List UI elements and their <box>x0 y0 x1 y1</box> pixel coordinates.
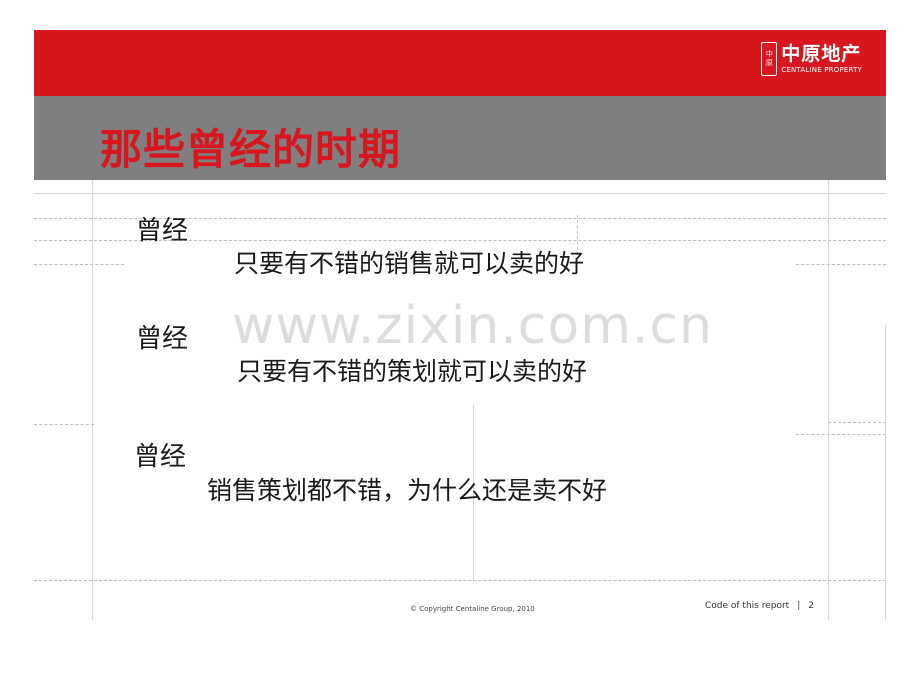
report-code: Code of this report <box>705 601 790 611</box>
guide-line <box>34 580 886 581</box>
logo-name-cn: 中原地产 <box>781 42 862 65</box>
header-red-bar <box>34 30 886 96</box>
centaline-logo: 中 原 中原地产 CENTALINE PROPERTY <box>761 42 862 76</box>
slide: 中 原 中原地产 CENTALINE PROPERTY 那些曾经的时期 www.… <box>0 0 920 690</box>
guide-line <box>828 422 886 423</box>
guide-line <box>34 264 124 265</box>
page-number: 2 <box>808 601 814 611</box>
guide-line <box>828 180 829 620</box>
copyright-text: © Copyright Centaline Group, 2010 <box>410 605 535 613</box>
guide-line <box>796 434 886 435</box>
logo-text: 中原地产 CENTALINE PROPERTY <box>781 42 862 74</box>
guide-line <box>885 325 886 620</box>
guide-line <box>34 424 94 425</box>
item-text: 只要有不错的销售就可以卖的好 <box>234 249 585 278</box>
guide-line <box>796 264 886 265</box>
item-text: 销售策划都不错，为什么还是卖不好 <box>207 476 608 505</box>
watermark: www.zixin.com.cn <box>232 296 713 356</box>
guide-line <box>92 180 93 620</box>
footer-report: Code of this report | 2 <box>705 601 814 611</box>
item-text: 只要有不错的策划就可以卖的好 <box>237 357 588 386</box>
footer-separator: | <box>797 601 801 611</box>
item-label: 曾经 <box>136 216 189 246</box>
guide-line <box>34 193 886 194</box>
item-label: 曾经 <box>136 324 189 354</box>
page-title: 那些曾经的时期 <box>100 125 402 174</box>
item-label: 曾经 <box>134 442 187 472</box>
logo-name-en: CENTALINE PROPERTY <box>781 65 862 74</box>
logo-seal-icon: 中 原 <box>761 42 778 76</box>
